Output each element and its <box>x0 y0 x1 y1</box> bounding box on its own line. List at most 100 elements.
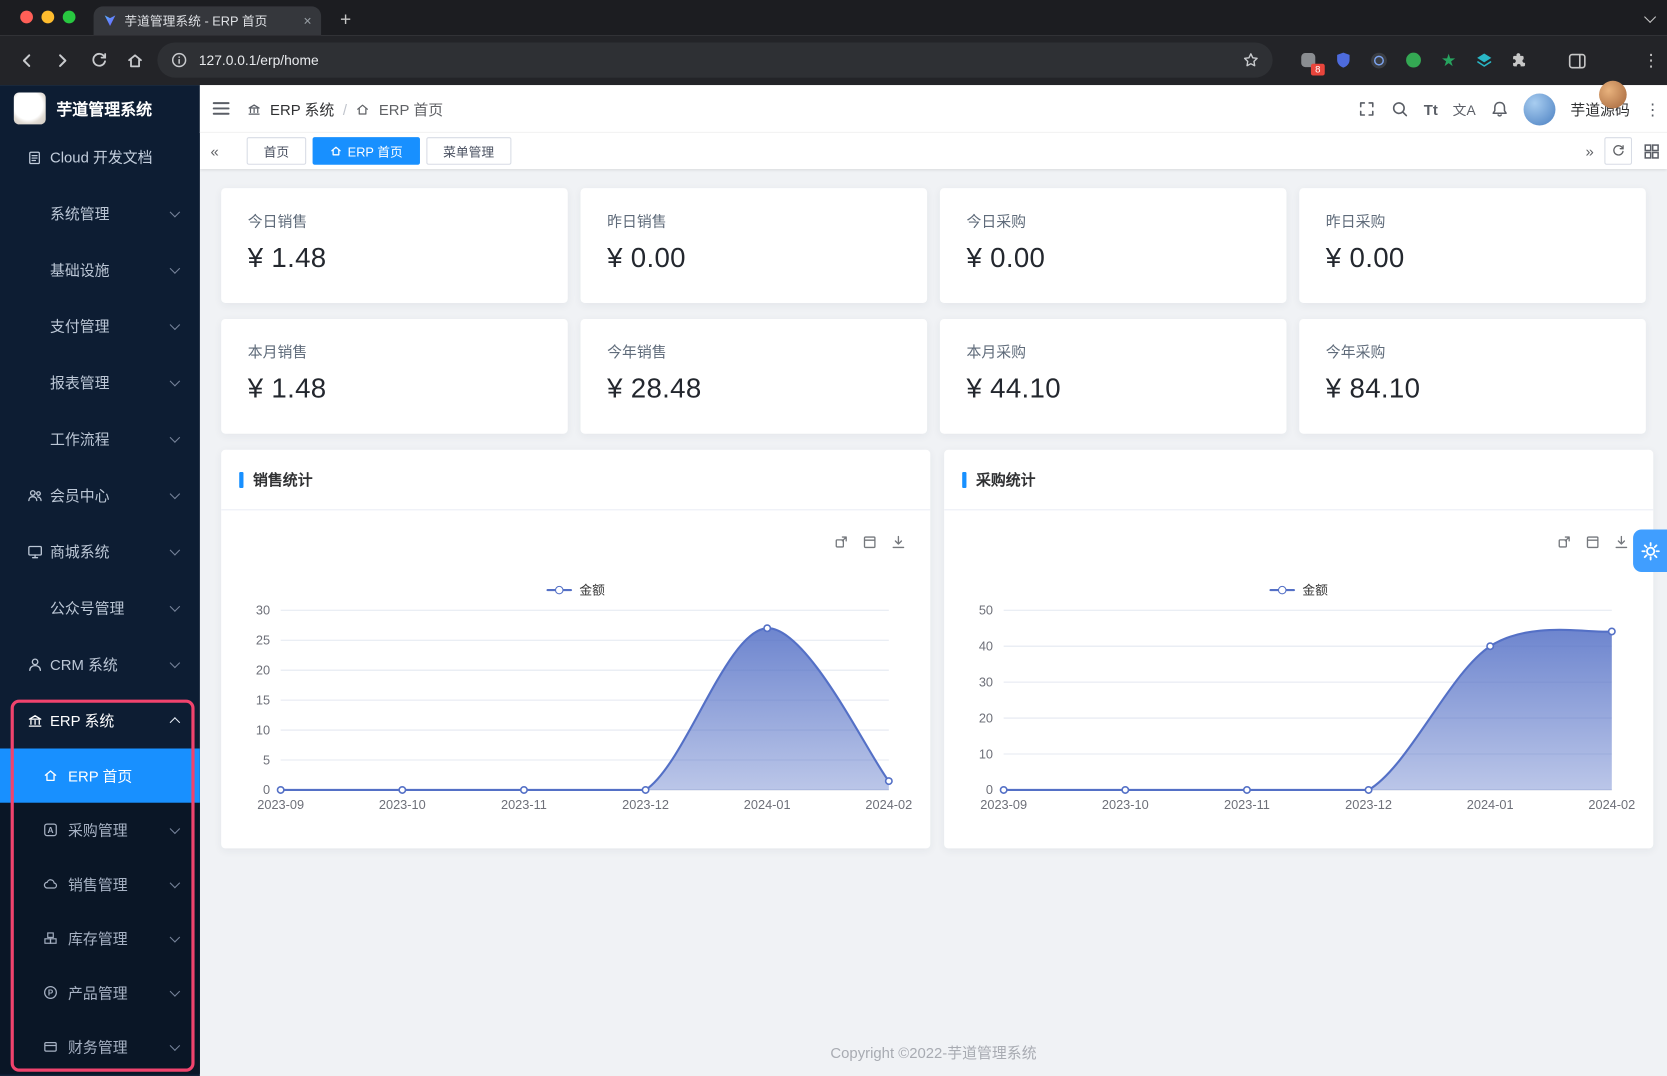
site-info-icon[interactable] <box>170 51 188 69</box>
people-icon <box>27 486 44 503</box>
settings-gear-button[interactable] <box>1633 529 1667 572</box>
refresh-icon[interactable] <box>1604 137 1632 165</box>
sidebar-item-member[interactable]: 会员中心 <box>0 467 200 523</box>
svg-text:20: 20 <box>979 710 993 725</box>
url-text[interactable]: 127.0.0.1/erp/home <box>199 52 1242 68</box>
toolbox-download-icon[interactable] <box>1613 534 1630 551</box>
sidebar-item-crm[interactable]: CRM 系统 <box>0 636 200 692</box>
app-logo[interactable]: 芋道管理系统 <box>0 85 200 132</box>
bell-icon[interactable] <box>1491 100 1509 118</box>
tab-search-chevron-icon[interactable] <box>1646 13 1655 22</box>
back-button[interactable] <box>11 45 43 77</box>
svg-text:40: 40 <box>979 638 993 653</box>
extension-green-circle-icon[interactable] <box>1400 47 1427 74</box>
toolbox-dataview-icon[interactable] <box>861 534 878 551</box>
sidebar-item-mall[interactable]: 商城系统 <box>0 523 200 579</box>
sidebar-item-cloud-doc[interactable]: Cloud 开发文档 <box>0 136 200 179</box>
translate-icon[interactable]: 文A <box>1453 99 1476 119</box>
sidebar-item-label: 采购管理 <box>68 819 128 840</box>
bookmark-star-icon[interactable] <box>1242 51 1260 69</box>
forward-button[interactable] <box>47 45 79 77</box>
extension-layers-icon[interactable] <box>1470 47 1497 74</box>
tags-scroll-left-icon[interactable]: « <box>211 133 219 169</box>
tags-scroll-right-icon[interactable]: » <box>1585 142 1593 159</box>
chart-legend[interactable]: 金额 <box>221 581 930 599</box>
toolbox-dataview-icon[interactable] <box>1584 534 1601 551</box>
window-zoom-button[interactable] <box>63 11 76 24</box>
sidebar-item-system[interactable]: 系统管理 <box>0 185 200 241</box>
window-minimize-button[interactable] <box>41 11 54 24</box>
tag-label: 首页 <box>264 142 290 160</box>
browser-tab[interactable]: 芋道管理系统 - ERP 首页 × <box>94 6 322 35</box>
stat-label: 本月销售 <box>248 341 541 362</box>
home-icon <box>355 102 370 117</box>
chart-body: 金额 0510152025302023-092023-102023-112023… <box>221 510 930 847</box>
sidebar-item-erp[interactable]: ERP 系统 <box>0 692 200 748</box>
reload-button[interactable] <box>83 45 115 77</box>
sidebar-item-workflow[interactable]: 工作流程 <box>0 410 200 466</box>
stat-card-month-sales: 本月销售¥ 1.48 <box>221 319 568 434</box>
browser-menu-kebab-icon[interactable]: ⋮ <box>1635 45 1667 77</box>
sidebar-item-erp-stock[interactable]: 库存管理 <box>0 911 200 965</box>
extension-adblock-icon[interactable]: 8 <box>1295 47 1322 74</box>
stat-value: ¥ 84.10 <box>1326 372 1619 405</box>
sidebar-item-erp-product[interactable]: P 产品管理 <box>0 965 200 1019</box>
sidebar-item-report[interactable]: 报表管理 <box>0 354 200 410</box>
toolbox-restore-icon[interactable] <box>832 534 849 551</box>
stat-label: 本月采购 <box>966 341 1259 362</box>
layout-grid-icon[interactable] <box>1643 142 1661 160</box>
sidebar-item-label: Cloud 开发文档 <box>0 147 153 168</box>
tag-erp-home[interactable]: ERP 首页 <box>313 137 420 165</box>
sidebar-item-infra[interactable]: 基础设施 <box>0 241 200 297</box>
top-navbar: ERP 系统 / ERP 首页 Tt 文A 芋道源码 ⋮ <box>200 85 1667 133</box>
home-button[interactable] <box>119 45 151 77</box>
sidebar-item-label: 基础设施 <box>50 259 110 280</box>
new-tab-button[interactable]: + <box>332 5 360 33</box>
extension-shield-icon[interactable] <box>1330 47 1357 74</box>
fullscreen-icon[interactable] <box>1358 100 1376 118</box>
extensions-puzzle-icon[interactable] <box>1505 47 1532 74</box>
extension-star-icon[interactable]: ★ <box>1435 47 1462 74</box>
toolbox-restore-icon[interactable] <box>1555 534 1572 551</box>
sidebar-item-erp-finance[interactable]: 财务管理 <box>0 1020 200 1074</box>
font-size-icon[interactable]: Tt <box>1424 100 1438 117</box>
sidebar-item-label: 财务管理 <box>68 1036 128 1057</box>
sidebar-item-mp[interactable]: 公众号管理 <box>0 579 200 635</box>
document-icon <box>27 149 43 165</box>
extensions-row: 8 ★ <box>1295 46 1532 75</box>
stat-value: ¥ 0.00 <box>966 241 1259 274</box>
logo-avatar <box>14 92 46 124</box>
copyright-footer: Copyright ©2022-芋道管理系统 <box>200 1042 1667 1063</box>
chart-title: 销售统计 <box>253 469 313 490</box>
tab-close-icon[interactable]: × <box>303 13 311 29</box>
breadcrumb: ERP 系统 / ERP 首页 <box>247 85 443 133</box>
side-panel-icon[interactable] <box>1561 45 1593 77</box>
sidebar-item-erp-sales[interactable]: 销售管理 <box>0 857 200 911</box>
breadcrumb-item[interactable]: ERP 系统 <box>270 98 334 119</box>
more-vert-icon[interactable]: ⋮ <box>1645 99 1661 118</box>
extension-sphere-icon[interactable] <box>1365 47 1392 74</box>
stat-value: ¥ 44.10 <box>966 372 1259 405</box>
address-bar[interactable]: 127.0.0.1/erp/home <box>157 43 1272 78</box>
erp-submenu: ERP 首页 A 采购管理 销售管理 库存管理 P 产品管理 财务管理 <box>0 748 200 1073</box>
search-icon[interactable] <box>1391 100 1409 118</box>
tag-menu-mgmt[interactable]: 菜单管理 <box>426 137 511 165</box>
title-accent-bar <box>239 472 243 488</box>
sidebar-item-pay[interactable]: 支付管理 <box>0 298 200 354</box>
chart-legend[interactable]: 金额 <box>944 581 1653 599</box>
user-avatar[interactable] <box>1524 93 1556 125</box>
hamburger-menu-icon[interactable] <box>212 100 231 117</box>
tag-label: ERP 首页 <box>348 142 403 160</box>
window-close-button[interactable] <box>20 11 33 24</box>
stat-card-year-purchase: 今年采购¥ 84.10 <box>1299 319 1646 434</box>
sidebar-item-erp-purchase[interactable]: A 采购管理 <box>0 803 200 857</box>
browser-profile-avatar[interactable] <box>1599 81 1627 109</box>
toolbox-download-icon[interactable] <box>890 534 907 551</box>
browser-tabstrip: 芋道管理系统 - ERP 首页 × + <box>0 0 1667 35</box>
stat-label: 昨日采购 <box>1326 211 1619 232</box>
tag-home[interactable]: 首页 <box>247 137 307 165</box>
legend-line-marker <box>1269 588 1295 590</box>
tag-label: 菜单管理 <box>443 142 494 160</box>
sidebar-item-erp-home[interactable]: ERP 首页 <box>0 748 200 802</box>
svg-text:50: 50 <box>979 603 993 618</box>
